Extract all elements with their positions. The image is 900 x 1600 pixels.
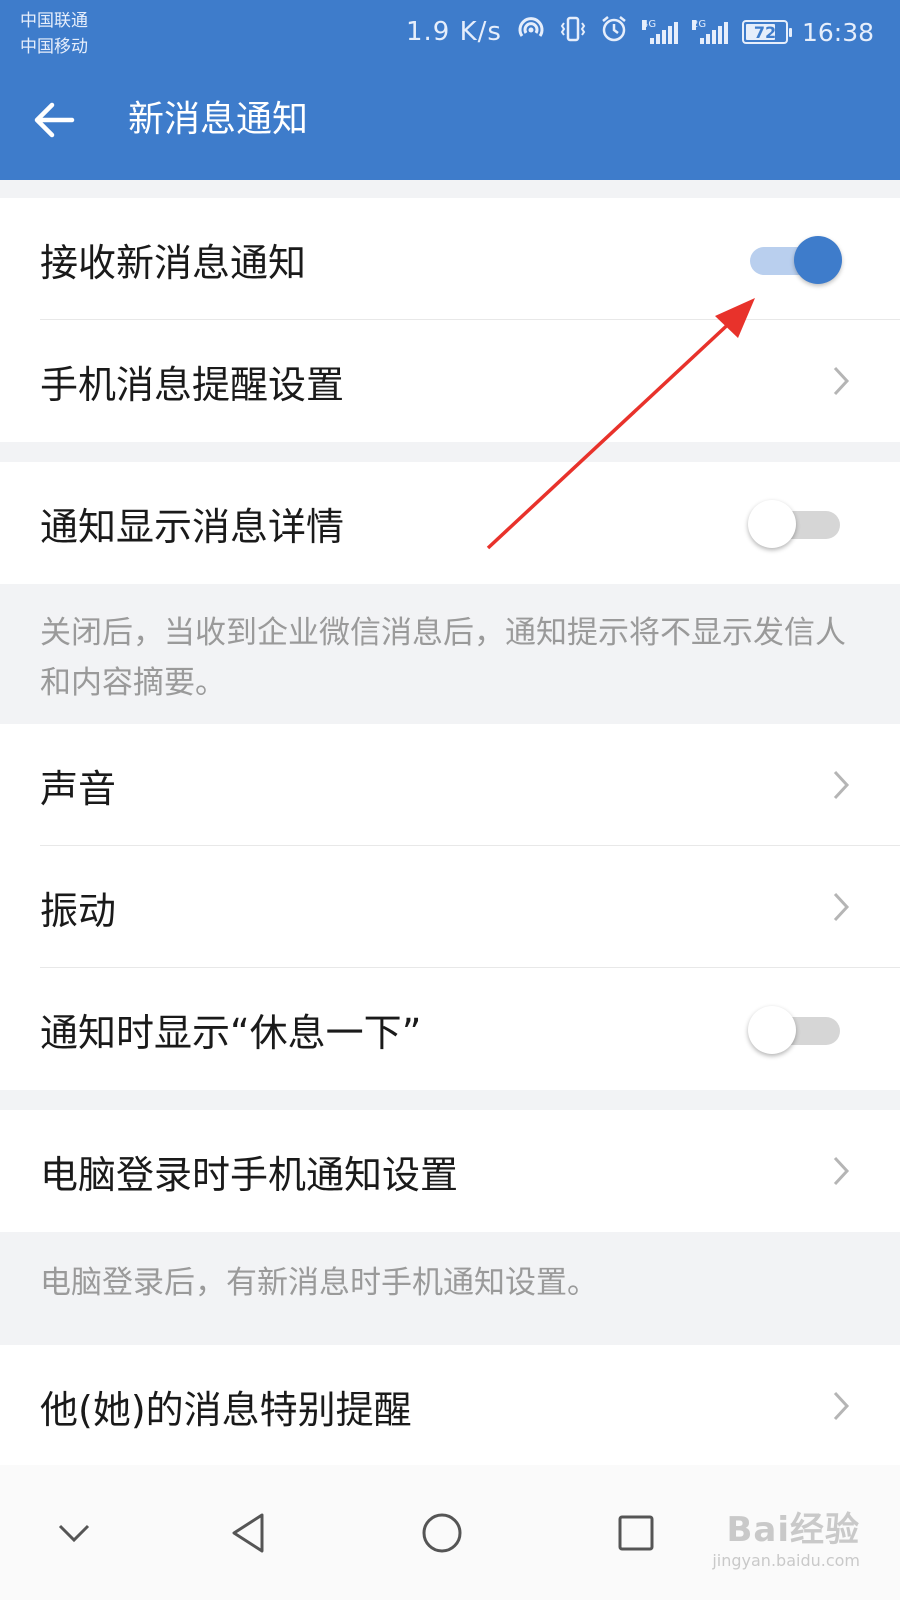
setting-label: 通知时显示“休息一下” [40,1010,422,1055]
back-triangle-icon [232,1513,264,1553]
watermark-url: jingyan.baidu.com [712,1551,860,1570]
clock: 16:38 [801,17,874,47]
system-nav-bar: Bai经验 jingyan.baidu.com [0,1465,900,1600]
recents-square-icon [618,1515,654,1551]
setting-receive-new: 接收新消息通知 [0,198,900,320]
home-circle-icon [422,1513,462,1553]
setting-label: 他(她)的消息特别提醒 [40,1387,412,1432]
carrier-1: 中国联通 [20,11,88,31]
show-details-toggle[interactable] [748,500,840,548]
setting-show-details: 通知显示消息详情 [0,462,900,584]
pc-login-note: 电脑登录后，有新消息时手机通知设置。 [40,1265,598,1301]
alarm-icon [600,15,628,49]
setting-label: 通知显示消息详情 [40,504,345,549]
chevron-right-icon [833,892,850,922]
carrier-info: 中国联通 中国移动 [20,8,88,60]
battery-level: 72 [753,22,777,42]
chevron-right-icon [833,1391,850,1421]
vibrate-icon [560,15,586,49]
setting-pc-login[interactable]: 电脑登录时手机通知设置 [0,1110,900,1232]
hotspot-icon [516,16,546,48]
app-bar: 中国联通 中国移动 1.9 K/s 4G 2G 72 16:38 新消息通知 [0,0,900,180]
setting-label: 手机消息提醒设置 [40,362,345,407]
chevron-right-icon [833,770,850,800]
signal-icon-2: 2G [691,20,728,44]
setting-take-break: 通知时显示“休息一下” [0,968,900,1090]
status-indicators: 1.9 K/s 4G 2G 72 16:38 [406,12,874,52]
nav-home-button[interactable] [412,1503,472,1563]
settings-group-details: 通知显示消息详情 [0,462,900,584]
nav-back-button[interactable] [218,1503,278,1563]
signal-icon-1: 4G [641,20,678,44]
settings-group-pc: 电脑登录时手机通知设置 [0,1110,900,1232]
setting-sound[interactable]: 声音 [0,724,900,846]
chevron-right-icon [833,366,850,396]
back-button[interactable] [26,92,82,148]
setting-label: 接收新消息通知 [40,240,307,285]
setting-label: 振动 [40,888,117,933]
arrow-left-icon [34,102,75,138]
nav-hide-button[interactable] [44,1503,104,1563]
carrier-2: 中国移动 [20,37,88,57]
setting-special-reminder[interactable]: 他(她)的消息特别提醒 [0,1345,900,1467]
setting-label: 声音 [40,766,117,811]
chevron-right-icon [833,1156,850,1186]
network-speed: 1.9 K/s [405,17,502,47]
settings-group-special: 他(她)的消息特别提醒 [0,1345,900,1467]
show-details-note: 关闭后，当收到企业微信消息后，通知提示将不显示发信人和内容摘要。 [40,615,846,701]
watermark: Bai经验 jingyan.baidu.com [712,1502,860,1570]
setting-vibration[interactable]: 振动 [0,846,900,968]
settings-group-notifications: 接收新消息通知 手机消息提醒设置 [0,198,900,442]
take-break-toggle[interactable] [748,1006,840,1054]
watermark-logo: Bai经验 [726,1510,860,1550]
nav-recents-button[interactable] [606,1503,666,1563]
settings-group-alerts: 声音 振动 通知时显示“休息一下” [0,724,900,1090]
receive-new-toggle[interactable] [750,236,842,284]
battery-icon: 72 [741,20,792,44]
setting-phone-reminder[interactable]: 手机消息提醒设置 [0,320,900,442]
page-title: 新消息通知 [128,99,309,140]
setting-label: 电脑登录时手机通知设置 [40,1152,459,1197]
chevron-down-icon [58,1524,90,1543]
